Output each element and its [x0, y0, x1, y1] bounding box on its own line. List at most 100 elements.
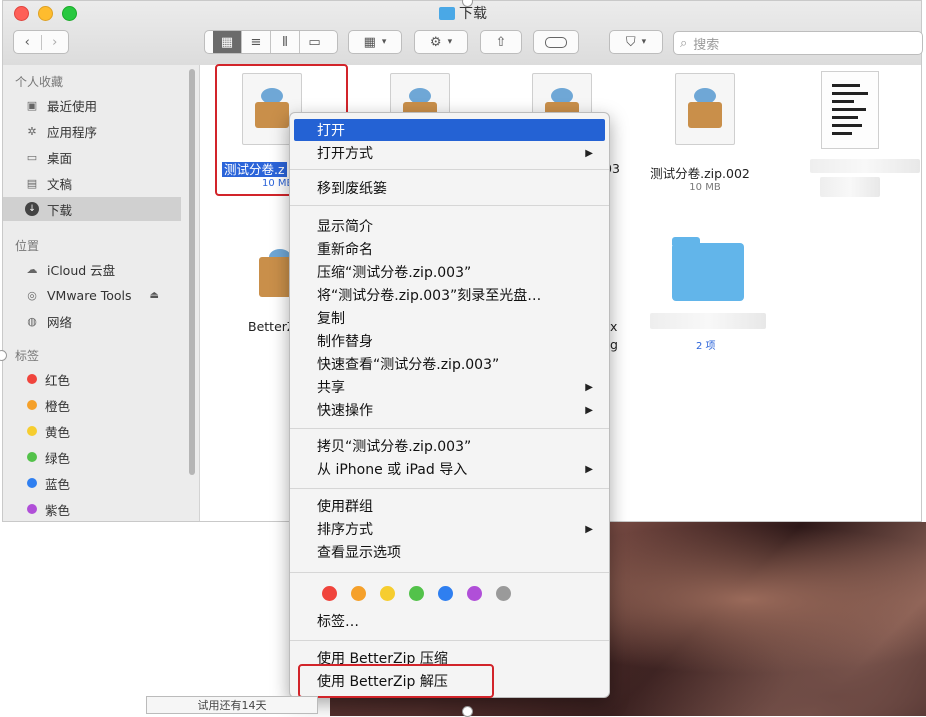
icon-view-icon[interactable]: ▦: [213, 31, 242, 53]
sidebar-scrollbar[interactable]: [189, 69, 195, 475]
menu-tag-blue[interactable]: [438, 586, 453, 601]
sidebar-item-desktop[interactable]: ▭ 桌面: [3, 145, 181, 169]
file-name-partial: g: [610, 337, 618, 352]
submenu-arrow-icon: ▶: [585, 463, 593, 475]
context-menu: 打开 打开方式 ▶ 移到废纸篓 显示简介 重新命名 压缩“测试分卷.zip.003…: [289, 112, 610, 698]
menu-item-duplicate[interactable]: 复制: [290, 307, 609, 329]
menu-item-import-iphone[interactable]: 从 iPhone 或 iPad 导入 ▶: [290, 458, 609, 480]
sidebar-item-tag-red[interactable]: 红色: [3, 367, 181, 391]
document-icon: ▤: [26, 176, 38, 190]
menu-item-use-groups[interactable]: 使用群组: [290, 495, 609, 517]
window-title: 下载: [439, 3, 487, 23]
menu-item-tags[interactable]: 标签…: [290, 610, 609, 632]
file-item-document[interactable]: [800, 71, 900, 149]
menu-item-rename[interactable]: 重新命名: [290, 238, 609, 260]
apps-icon: ✲: [27, 124, 37, 138]
folder-icon: [439, 6, 455, 20]
menu-item-trash[interactable]: 移到废纸篓: [290, 177, 609, 199]
menu-separator: [290, 640, 609, 641]
menu-tag-green[interactable]: [409, 586, 424, 601]
sidebar-item-documents[interactable]: ▤ 文稿: [3, 171, 181, 195]
chevron-down-icon: ▾: [447, 37, 453, 47]
menu-item-sort-by[interactable]: 排序方式 ▶: [290, 518, 609, 540]
window-title-text: 下载: [459, 6, 487, 22]
clock-icon: ▣: [26, 98, 38, 112]
menu-item-quick-look[interactable]: 快速查看“测试分卷.zip.003”: [290, 353, 609, 375]
chevron-left-icon[interactable]: ‹: [14, 34, 42, 50]
sidebar-item-icloud[interactable]: ☁ iCloud 云盘: [3, 257, 181, 281]
submenu-arrow-icon: ▶: [585, 523, 593, 535]
share-button[interactable]: ⇧: [480, 30, 522, 54]
download-icon: ↓: [25, 202, 39, 216]
list-view-icon[interactable]: ≡: [242, 31, 271, 53]
menu-item-view-options[interactable]: 查看显示选项: [290, 541, 609, 563]
sidebar-item-label: 网络: [47, 314, 73, 330]
sidebar-header-locations: 位置: [15, 239, 40, 253]
sidebar-item-tag-green[interactable]: 绿色: [3, 445, 181, 469]
tag-button[interactable]: [533, 30, 579, 54]
minimize-button[interactable]: [38, 6, 53, 21]
blue-tag-dot-icon: [27, 478, 37, 488]
sidebar-item-tag-blue[interactable]: 蓝色: [3, 471, 181, 495]
chevron-right-icon[interactable]: ›: [42, 35, 69, 50]
selection-handle: [462, 706, 473, 717]
blurred-filename: [810, 159, 920, 173]
folder-item-count: 2 项: [696, 341, 716, 352]
menu-item-copy[interactable]: 拷贝“测试分卷.zip.003”: [290, 435, 609, 457]
submenu-arrow-icon: ▶: [585, 381, 593, 393]
search-icon: ⌕: [680, 35, 688, 51]
menu-tag-purple[interactable]: [467, 586, 482, 601]
sidebar-item-label: 橙色: [45, 398, 71, 414]
sidebar-item-vmware[interactable]: ◎ VMware Tools ⏏: [3, 283, 181, 307]
menu-separator: [290, 488, 609, 489]
sidebar-item-tag-yellow[interactable]: 黄色: [3, 419, 181, 443]
sidebar: 个人收藏 ▣ 最近使用 ✲ 应用程序 ▭ 桌面 ▤ 文稿 ↓ 下载 位置 ☁ i…: [3, 65, 200, 521]
sidebar-item-network[interactable]: ◍ 网络: [3, 309, 181, 333]
sidebar-header-tags: 标签: [15, 349, 40, 363]
menu-item-burn[interactable]: 将“测试分卷.zip.003”刻录至光盘…: [290, 284, 609, 306]
group-button[interactable]: ▦ ▾: [348, 30, 402, 54]
gallery-view-icon[interactable]: ▭: [300, 31, 329, 53]
disc-icon: ◎: [27, 288, 37, 302]
menu-item-compress[interactable]: 压缩“测试分卷.zip.003”: [290, 261, 609, 283]
action-button[interactable]: ⚙ ▾: [414, 30, 468, 54]
yellow-tag-dot-icon: [27, 426, 37, 436]
menu-tag-red[interactable]: [322, 586, 337, 601]
zip-archive-icon: [675, 73, 735, 145]
sidebar-item-tag-purple[interactable]: 紫色: [3, 497, 181, 521]
file-item[interactable]: 测试分卷.zip.002 10 MB: [650, 73, 755, 193]
eject-icon[interactable]: ⏏: [150, 290, 159, 301]
red-tag-dot-icon: [27, 374, 37, 384]
folder-item[interactable]: [658, 237, 758, 301]
submenu-arrow-icon: ▶: [585, 147, 593, 159]
menu-item-quick-actions[interactable]: 快速操作 ▶: [290, 399, 609, 421]
close-button[interactable]: [14, 6, 29, 21]
sidebar-item-tag-orange[interactable]: 橙色: [3, 393, 181, 417]
menu-item-open[interactable]: 打开: [294, 119, 605, 141]
green-tag-dot-icon: [27, 452, 37, 462]
menu-tag-orange[interactable]: [351, 586, 366, 601]
sidebar-item-recent[interactable]: ▣ 最近使用: [3, 93, 181, 117]
menu-separator: [290, 205, 609, 206]
menu-separator: [290, 428, 609, 429]
menu-item-share[interactable]: 共享 ▶: [290, 376, 609, 398]
zoom-button[interactable]: [62, 6, 77, 21]
tag-icon: [545, 36, 567, 48]
menu-separator: [290, 572, 609, 573]
betterzip-button[interactable]: ⛉ ▾: [609, 30, 663, 54]
sidebar-item-downloads[interactable]: ↓ 下载: [3, 197, 181, 221]
menu-item-make-alias[interactable]: 制作替身: [290, 330, 609, 352]
view-mode-segmented: ▦ ≡ ⫴ ▭: [204, 30, 338, 54]
menu-item-open-with[interactable]: 打开方式 ▶: [290, 142, 609, 164]
search-input[interactable]: ⌕ 搜索: [673, 31, 923, 55]
menu-tag-gray[interactable]: [496, 586, 511, 601]
sidebar-item-label: VMware Tools: [47, 287, 132, 303]
cloud-icon: ☁: [26, 262, 38, 276]
menu-tag-yellow[interactable]: [380, 586, 395, 601]
menu-item-get-info[interactable]: 显示简介: [290, 215, 609, 237]
purple-tag-dot-icon: [27, 504, 37, 514]
sidebar-item-label: 文稿: [47, 176, 73, 192]
column-view-icon[interactable]: ⫴: [271, 31, 300, 53]
gear-icon: ⚙: [429, 34, 442, 50]
sidebar-item-applications[interactable]: ✲ 应用程序: [3, 119, 181, 143]
